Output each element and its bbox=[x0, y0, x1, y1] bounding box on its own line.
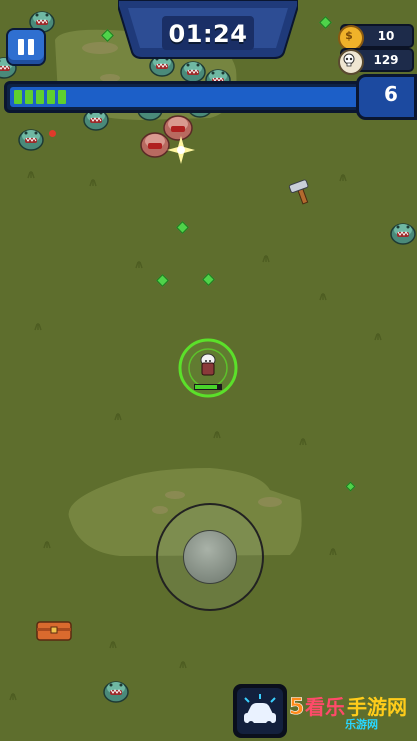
pause-icon bbox=[18, 39, 24, 55]
player-character bbox=[178, 338, 238, 398]
watermark-subtext: 乐游网 bbox=[345, 718, 378, 731]
survival-timer: 01:24 bbox=[168, 20, 248, 48]
xp-progress-bar bbox=[4, 81, 372, 113]
slime-enemy bbox=[18, 129, 44, 151]
car-icon bbox=[237, 688, 283, 734]
slime-enemy bbox=[103, 681, 129, 703]
level-number: 6 bbox=[384, 82, 398, 106]
hit-spark bbox=[167, 136, 195, 164]
hammer-pickup bbox=[288, 179, 309, 205]
treasure-chest bbox=[36, 621, 72, 641]
joystick-knob[interactable] bbox=[183, 530, 237, 584]
coin-count: 10 bbox=[377, 29, 395, 43]
kill-count: 129 bbox=[373, 53, 399, 67]
svg-text:5: 5 bbox=[289, 695, 304, 720]
svg-text:看乐: 看乐 bbox=[305, 695, 345, 719]
special-ability-button[interactable] bbox=[233, 684, 287, 738]
game-stage[interactable]: 01:24 $ 10 129 6 5 看乐 手游网 乐游网 bbox=[0, 0, 417, 741]
slime-enemy bbox=[390, 223, 416, 245]
slime-enemy bbox=[180, 61, 206, 83]
pause-button[interactable] bbox=[6, 28, 46, 66]
slime-enemy-hit bbox=[140, 132, 170, 158]
kill-counter: 129 bbox=[338, 48, 414, 75]
coin-counter: $ 10 bbox=[338, 24, 414, 51]
slime-enemy bbox=[83, 109, 109, 131]
slime-enemy-hit bbox=[163, 115, 193, 141]
